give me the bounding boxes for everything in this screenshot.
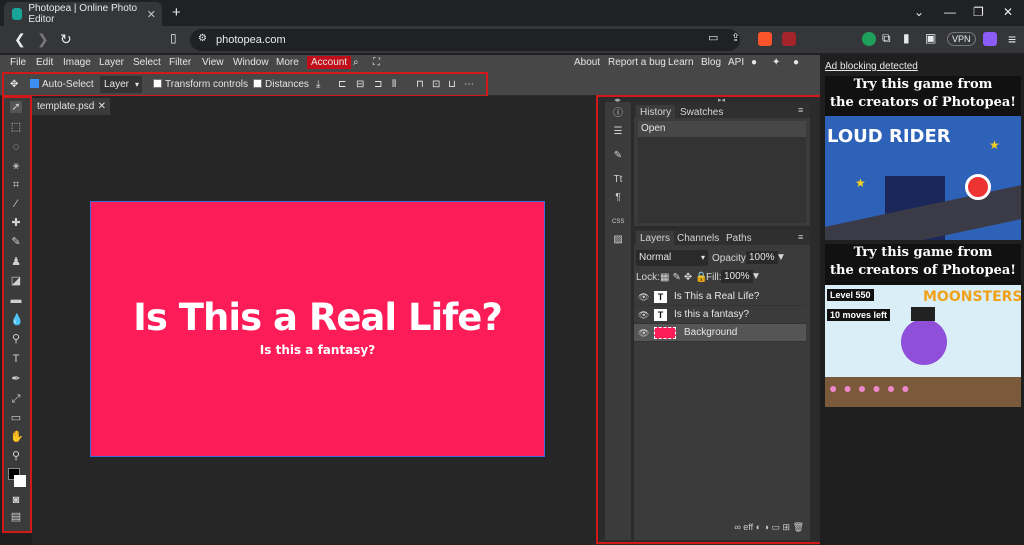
new-tab-button[interactable]: +: [172, 4, 181, 21]
menu-api[interactable]: API: [728, 57, 744, 68]
menu-window[interactable]: Window: [233, 57, 269, 68]
photopea-favicon-icon: [12, 8, 23, 20]
star-icon: ★: [855, 176, 866, 190]
restore-icon[interactable]: ❐: [973, 5, 984, 19]
menu-learn[interactable]: Learn: [668, 57, 694, 68]
loud-rider-ad-image[interactable]: LOUD RIDER ★ ★: [825, 116, 1021, 240]
menu-edit[interactable]: Edit: [36, 57, 53, 68]
brave-rewards-icon[interactable]: [782, 32, 796, 46]
minimize-icon[interactable]: —: [944, 5, 956, 19]
menu-blog[interactable]: Blog: [701, 57, 721, 68]
url-field[interactable]: photopea.com: [190, 29, 740, 51]
vpn-button[interactable]: VPN: [947, 32, 976, 46]
ad2-headline[interactable]: Try this game from the creators of Photo…: [825, 244, 1021, 285]
twitter-icon[interactable]: ✦: [772, 57, 780, 68]
fullscreen-icon[interactable]: ⛶: [373, 57, 380, 68]
forward-arrow-icon[interactable]: ❯: [37, 31, 49, 48]
menu-file[interactable]: File: [10, 57, 26, 68]
bookmark-icon[interactable]: ▯: [170, 31, 177, 45]
ad1-headline-line2: the creators of Photopea!: [830, 95, 1016, 110]
browser-tab-title: Photopea | Online Photo Editor: [28, 3, 138, 25]
menu-account[interactable]: Account: [307, 56, 352, 69]
menu-select[interactable]: Select: [133, 57, 161, 68]
share-icon[interactable]: ⇪: [731, 31, 740, 44]
document-tab-title: template.psd: [37, 101, 95, 112]
ad1-headline[interactable]: Try this game from the creators of Photo…: [825, 76, 1021, 116]
moonsters-ad-image[interactable]: Level 550 10 moves left MOONSTERS ●●●●●●: [825, 285, 1021, 407]
tab-close-icon[interactable]: ✕: [147, 8, 156, 21]
options-highlight-box: [2, 72, 488, 97]
ad1-headline-line1: Try this game from: [853, 77, 993, 92]
back-arrow-icon[interactable]: ❮: [14, 31, 26, 48]
purple-monster-icon: [901, 319, 947, 365]
leo-ai-icon[interactable]: [983, 32, 997, 46]
reddit-icon[interactable]: ●: [751, 57, 757, 68]
tab-search-icon[interactable]: ⌄: [914, 5, 924, 19]
ad2-headline-line1: Try this game from: [853, 245, 993, 260]
panels-highlight-box: [596, 95, 822, 544]
toolbar-highlight-box: [2, 96, 32, 533]
site-info-icon[interactable]: ⚙: [198, 33, 207, 44]
cast-icon[interactable]: ▭: [708, 31, 718, 44]
browser-menu-icon[interactable]: ≡: [1008, 31, 1016, 47]
extensions-icon[interactable]: ⧉: [882, 31, 891, 46]
brave-shield-icon[interactable]: [758, 32, 772, 46]
menu-report-bug[interactable]: Report a bug: [608, 57, 666, 68]
document-close-icon[interactable]: ✕: [98, 98, 106, 115]
menu-layer[interactable]: Layer: [99, 57, 124, 68]
facebook-icon[interactable]: ●: [793, 57, 799, 68]
top-hat-icon: [911, 307, 935, 321]
wallet-icon[interactable]: ▣: [925, 31, 936, 45]
ad2-headline-line2: the creators of Photopea!: [830, 263, 1016, 278]
level-badge: Level 550: [827, 289, 874, 301]
window-close-icon[interactable]: ✕: [1003, 5, 1013, 19]
grammarly-icon[interactable]: [862, 32, 876, 46]
loud-rider-title: LOUD RIDER: [827, 126, 951, 147]
menu-view[interactable]: View: [202, 57, 224, 68]
canvas-subheadline-text[interactable]: Is this a fantasy?: [90, 343, 545, 357]
search-icon[interactable]: ⌕: [353, 57, 359, 68]
menu-about[interactable]: About: [574, 57, 600, 68]
monster-tiles-icon: ●●●●●●: [829, 380, 916, 396]
menu-more[interactable]: More: [276, 57, 299, 68]
moonsters-title: MOONSTERS: [923, 289, 1021, 305]
menu-image[interactable]: Image: [63, 57, 91, 68]
menu-filter[interactable]: Filter: [169, 57, 191, 68]
document-tab[interactable]: template.psd ✕: [32, 98, 110, 115]
browser-tab[interactable]: Photopea | Online Photo Editor ✕: [4, 2, 162, 26]
star-icon: ★: [989, 138, 1000, 152]
ad-blocking-link[interactable]: Ad blocking detected: [825, 61, 918, 72]
canvas-headline-text[interactable]: Is This a Real Life?: [90, 296, 545, 339]
rider-icon: [965, 174, 991, 200]
sidebar-icon[interactable]: ▮: [903, 31, 910, 45]
reload-icon[interactable]: ↻: [60, 31, 72, 48]
moves-badge: 10 moves left: [827, 309, 891, 321]
